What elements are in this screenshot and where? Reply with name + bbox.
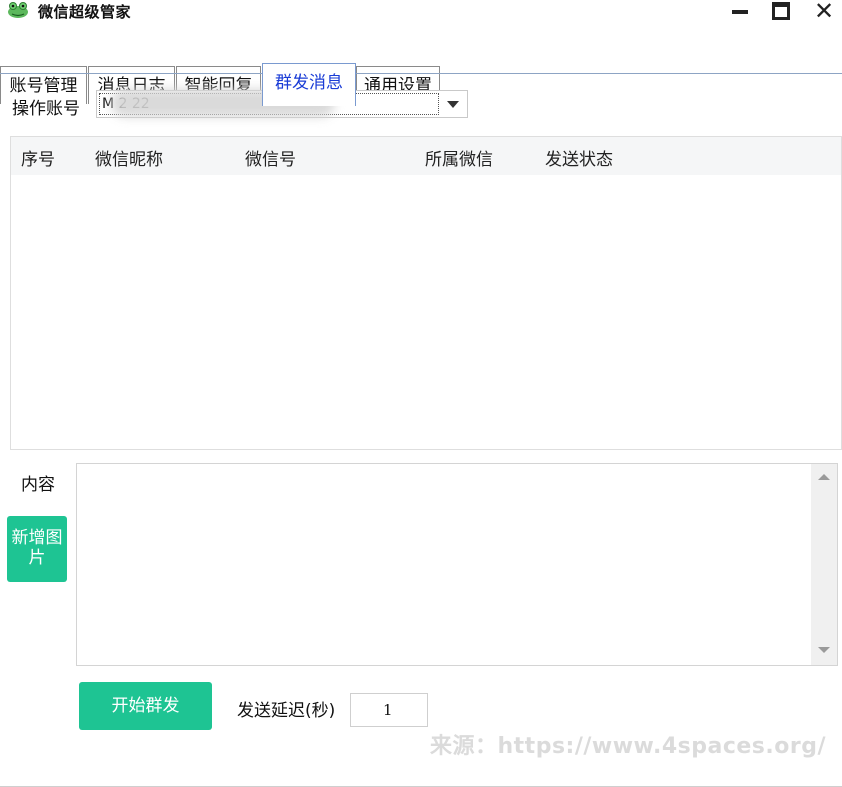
frog-icon <box>8 2 28 18</box>
content-label: 内容 <box>21 475 55 495</box>
chevron-down-icon[interactable] <box>439 91 467 117</box>
textarea-scrollbar[interactable] <box>811 464 837 665</box>
delay-input[interactable]: 1 <box>350 693 428 727</box>
content-textarea[interactable] <box>76 463 838 666</box>
watermark: 来源：https://www.4spaces.org/ <box>430 734 826 759</box>
delay-label: 发送延迟(秒) <box>237 701 336 721</box>
add-image-button[interactable]: 新增图片 <box>7 516 67 582</box>
start-send-button[interactable]: 开始群发 <box>79 682 212 730</box>
close-icon: ✕ <box>814 0 835 25</box>
column-header-nickname[interactable]: 微信昵称 <box>95 145 163 170</box>
tab-mass-message[interactable]: 群发消息 <box>262 63 356 106</box>
column-header-wechat-id[interactable]: 微信号 <box>245 145 296 170</box>
close-button[interactable]: ✕ <box>808 0 838 26</box>
column-header-owner-wechat[interactable]: 所属微信 <box>425 145 493 170</box>
column-header-send-status[interactable]: 发送状态 <box>545 145 613 170</box>
scroll-up-arrow-icon[interactable] <box>818 474 830 480</box>
scroll-down-arrow-icon[interactable] <box>818 647 830 653</box>
table-header: 序号 微信昵称 微信号 所属微信 发送状态 <box>11 137 841 175</box>
minimize-button[interactable] <box>726 0 756 26</box>
window-title: 微信超级管家 <box>38 3 132 21</box>
tab-divider <box>0 73 842 74</box>
title-bar: 微信超级管家 ✕ <box>0 0 842 30</box>
maximize-button[interactable] <box>768 0 798 26</box>
tab-bar: 账号管理 消息日志 智能回复 群发消息 通用设置 <box>0 32 842 106</box>
column-header-index[interactable]: 序号 <box>21 145 55 170</box>
account-label: 操作账号 <box>12 99 80 119</box>
recipients-table: 序号 微信昵称 微信号 所属微信 发送状态 <box>10 136 842 450</box>
